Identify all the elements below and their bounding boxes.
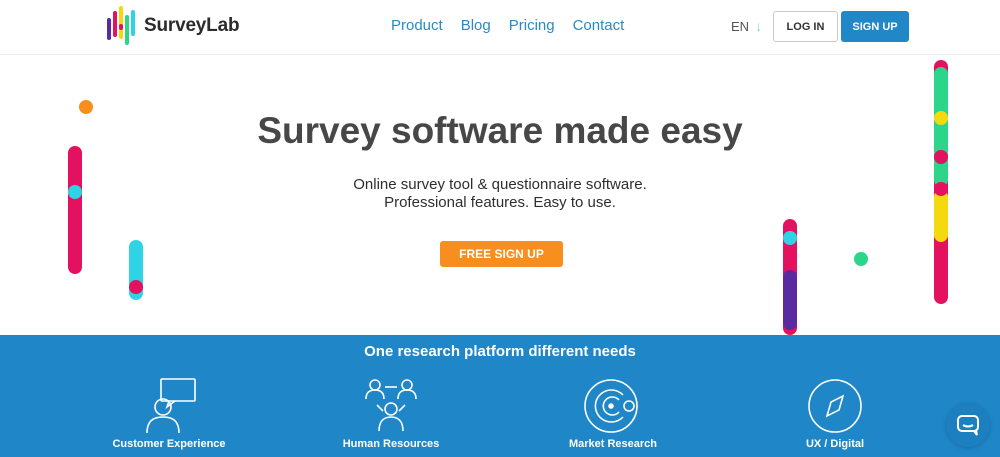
feature-label: Customer Experience	[112, 438, 226, 450]
feature-ux-digital[interactable]: UX / Digital	[755, 377, 915, 450]
compass-icon	[808, 379, 862, 433]
feature-label: Human Resources	[342, 438, 440, 450]
hero-title: Survey software made easy	[257, 110, 743, 151]
human-resources-icon	[365, 379, 417, 432]
feature-label: UX / Digital	[805, 438, 865, 450]
site-header: SurveyLab Product Blog Pricing Contact E…	[0, 0, 1000, 55]
logo-icon	[106, 6, 140, 46]
main-nav: Product Blog Pricing Contact	[391, 17, 624, 34]
magenta-dot	[934, 150, 948, 164]
feature-label: Market Research	[568, 438, 658, 450]
nav-item-contact[interactable]: Contact	[573, 17, 625, 34]
features-section: One research platform different needs Cu…	[0, 335, 1000, 457]
chat-icon	[957, 415, 979, 436]
language-selector[interactable]: EN ↓	[731, 18, 762, 34]
chat-widget-button[interactable]	[946, 403, 990, 447]
nav-item-pricing[interactable]: Pricing	[509, 17, 555, 34]
magenta-dot	[129, 280, 143, 294]
language-label: EN	[731, 18, 750, 34]
cyan-dot	[783, 231, 797, 245]
purple-bar	[783, 270, 797, 330]
free-signup-button[interactable]: FREE SIGN UP	[440, 241, 563, 267]
hero-subtitle: Online survey tool & questionnaire softw…	[0, 176, 1000, 212]
feature-human-resources[interactable]: Human Resources	[311, 377, 471, 450]
feature-customer-experience[interactable]: Customer Experience	[89, 377, 249, 450]
features-title: One research platform different needs	[364, 343, 636, 360]
market-research-icon	[584, 379, 638, 433]
hero-subtitle-line-2: Professional features. Easy to use.	[384, 194, 616, 211]
feature-market-research[interactable]: Market Research	[533, 377, 693, 450]
brand-logo[interactable]: SurveyLab	[106, 6, 240, 46]
brand-name: SurveyLab	[144, 15, 240, 36]
customer-experience-icon	[146, 378, 196, 434]
nav-item-product[interactable]: Product	[391, 17, 443, 34]
signup-button[interactable]: SIGN UP	[841, 11, 909, 42]
green-dot	[854, 252, 868, 266]
hero-subtitle-line-1: Online survey tool & questionnaire softw…	[353, 176, 647, 193]
arrow-down-icon: ↓	[755, 18, 763, 34]
login-button[interactable]: LOG IN	[773, 11, 838, 42]
nav-item-blog[interactable]: Blog	[461, 17, 491, 34]
